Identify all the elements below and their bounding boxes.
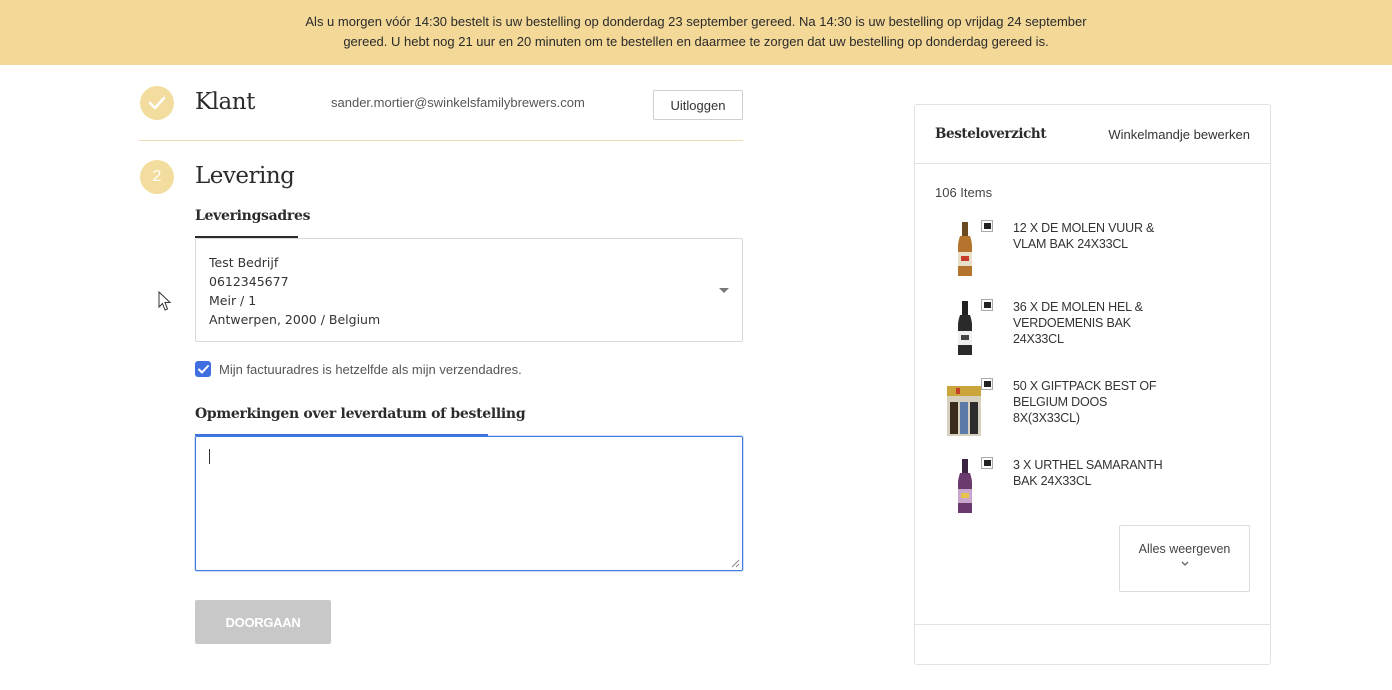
resize-handle-icon[interactable]: [731, 559, 740, 568]
order-summary-title: Besteloverzicht: [935, 126, 1047, 142]
delivery-address-select[interactable]: Test Bedrijf 0612345677 Meir / 1 Antwerp…: [195, 238, 743, 342]
summary-divider-top: [915, 163, 1270, 164]
step-divider: [139, 140, 743, 141]
list-item[interactable]: 36 X DE MOLEN HEL & VERDOEMENIS BAK 24X3…: [943, 299, 1253, 359]
list-item[interactable]: 3 X URTHEL SAMARANTH BAK 24X33CL: [943, 457, 1253, 517]
address-line: Antwerpen, 2000 / Belgium: [209, 312, 381, 327]
show-all-button[interactable]: Alles weergeven: [1119, 525, 1250, 592]
delivery-address-heading: Leveringsadres: [195, 208, 311, 224]
item-name: 36 X DE MOLEN HEL & VERDOEMENIS BAK 24X3…: [1013, 300, 1143, 346]
item-badge-icon: [981, 378, 993, 390]
address-line: Test Bedrijf: [209, 255, 279, 270]
chevron-down-icon: [1181, 561, 1188, 566]
logout-button[interactable]: Uitloggen: [653, 90, 743, 120]
billing-same-label[interactable]: Mijn factuuradres is hetzelfde als mijn …: [219, 362, 522, 377]
address-line: Meir / 1: [209, 293, 257, 308]
item-name: 3 X URTHEL SAMARANTH BAK 24X33CL: [1013, 458, 1163, 488]
notes-heading: Opmerkingen over leverdatum of bestellin…: [195, 406, 526, 422]
checkmark-icon: [197, 364, 209, 373]
item-badge-icon: [981, 457, 993, 469]
step-complete-check-icon: [140, 86, 174, 120]
billing-same-checkbox[interactable]: [195, 361, 211, 377]
item-name: 50 X GIFTPACK BEST OF BELGIUM DOOS 8X(3X…: [1013, 379, 1157, 425]
summary-divider-bottom: [915, 624, 1270, 625]
edit-cart-link[interactable]: Winkelmandje bewerken: [1108, 127, 1250, 142]
delivery-info-banner: Als u morgen vóór 14:30 bestelt is uw be…: [0, 0, 1392, 65]
continue-button[interactable]: DOORGAAN: [195, 600, 331, 644]
items-count: 106 Items: [935, 185, 993, 200]
order-summary-panel: Besteloverzicht Winkelmandje bewerken 10…: [914, 104, 1271, 665]
list-item[interactable]: 50 X GIFTPACK BEST OF BELGIUM DOOS 8X(3X…: [943, 378, 1253, 438]
show-all-label: Alles weergeven: [1138, 542, 1231, 556]
mouse-pointer-icon: [158, 291, 172, 311]
customer-email: sander.mortier@swinkelsfamilybrewers.com: [331, 95, 585, 110]
banner-line-2: gereed. U hebt nog 21 uur en 20 minuten …: [343, 34, 1049, 49]
item-badge-icon: [981, 220, 993, 232]
banner-line-1: Als u morgen vóór 14:30 bestelt is uw be…: [305, 14, 1087, 29]
item-name: 12 X DE MOLEN VUUR & VLAM BAK 24X33CL: [1013, 221, 1155, 251]
item-badge-icon: [981, 299, 993, 311]
step-number-badge: 2: [140, 160, 174, 194]
list-item[interactable]: 12 X DE MOLEN VUUR & VLAM BAK 24X33CL: [943, 220, 1253, 280]
text-cursor: [209, 449, 210, 464]
notes-textarea[interactable]: [195, 436, 743, 571]
delivery-step-title: Levering: [195, 163, 295, 189]
address-line: 0612345677: [209, 274, 289, 289]
dropdown-caret-icon: [719, 288, 729, 293]
customer-step-title: Klant: [195, 89, 255, 115]
